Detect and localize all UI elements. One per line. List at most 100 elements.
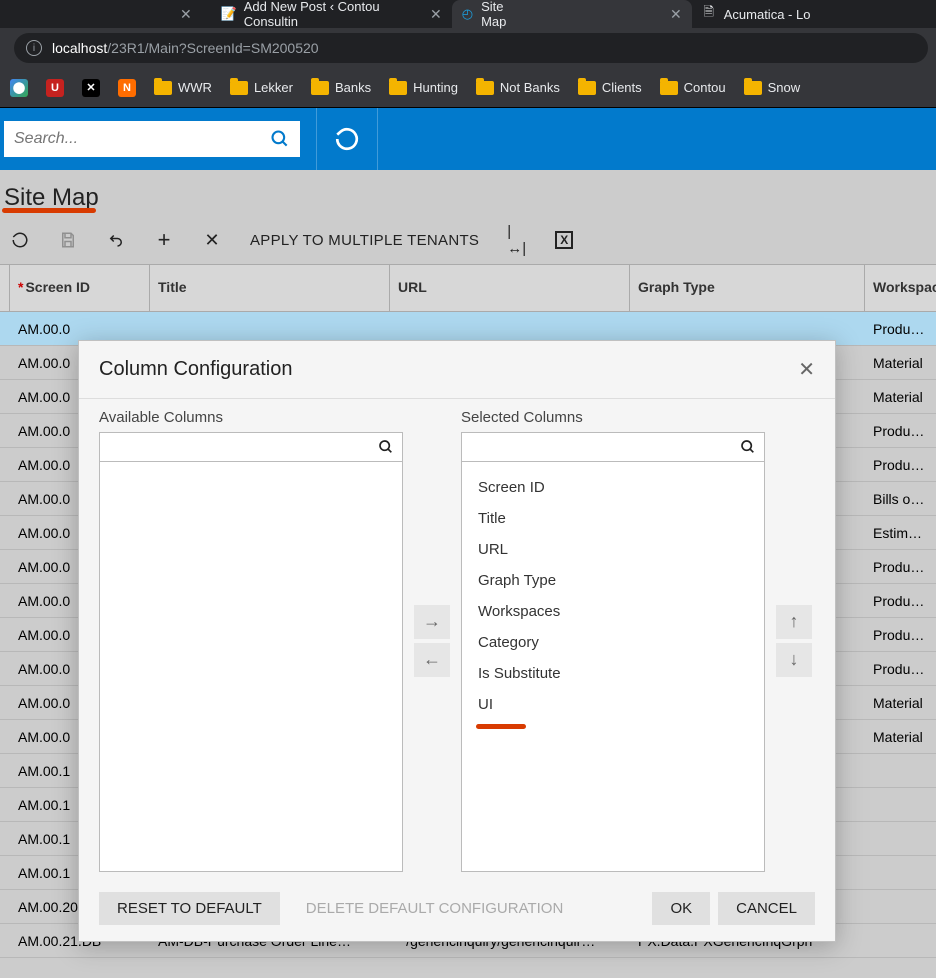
dialog-header: Column Configuration ✕ — [79, 341, 835, 399]
bookmark-folder[interactable]: Contou — [660, 80, 726, 95]
list-item[interactable]: URL — [462, 534, 764, 565]
cell-workspace: Estimatin — [865, 525, 936, 541]
move-up-button[interactable]: ↑ — [776, 605, 812, 639]
column-header-title[interactable]: Title — [150, 265, 390, 311]
list-item[interactable]: UI — [462, 689, 764, 720]
selected-search[interactable] — [461, 432, 765, 462]
available-columns-pane: Available Columns — [99, 409, 403, 872]
available-label: Available Columns — [99, 409, 403, 426]
cell-workspace: Material — [865, 355, 936, 371]
folder-icon — [744, 81, 762, 95]
cell-workspace: Productio — [865, 321, 936, 337]
cell-workspace: Material — [865, 695, 936, 711]
bookmark-icon[interactable]: ✕ — [82, 79, 100, 97]
close-icon[interactable]: ✕ — [670, 6, 682, 23]
add-icon[interactable]: + — [154, 230, 174, 250]
bookmark-folder[interactable]: Clients — [578, 80, 642, 95]
annotation-mark — [476, 724, 526, 729]
selected-list[interactable]: Screen IDTitleURLGraph TypeWorkspacesCat… — [461, 462, 765, 872]
ok-button[interactable]: OK — [652, 892, 710, 925]
browser-tab[interactable]: 📝 Add New Post ‹ Contou Consultin ✕ — [212, 0, 452, 28]
folder-icon — [311, 81, 329, 95]
available-search[interactable] — [99, 432, 403, 462]
bookmark-icon[interactable]: N — [118, 79, 136, 97]
info-icon[interactable]: i — [26, 40, 42, 56]
bookmark-folder[interactable]: Banks — [311, 80, 371, 95]
selected-label: Selected Columns — [461, 409, 765, 426]
address-bar: i localhost/23R1/Main?ScreenId=SM200520 — [0, 28, 936, 68]
list-item[interactable]: Workspaces — [462, 596, 764, 627]
tab-title: Site Map — [481, 0, 522, 29]
global-search[interactable] — [4, 121, 300, 157]
bookmark-folder[interactable]: Lekker — [230, 80, 293, 95]
browser-tab-strip: ✕ 📝 Add New Post ‹ Contou Consultin ✕ ◴ … — [0, 0, 936, 28]
tab-title: Acumatica - Lo — [724, 7, 811, 22]
bookmark-icon[interactable]: U — [46, 79, 64, 97]
cell-workspace: Bills of M — [865, 491, 936, 507]
column-header-screen-id[interactable]: *Screen ID — [10, 265, 150, 311]
cell-workspace: Productio — [865, 457, 936, 473]
bookmark-folder[interactable]: Not Banks — [476, 80, 560, 95]
search-input[interactable] — [108, 439, 378, 455]
cell-workspace: Material — [865, 729, 936, 745]
delete-default-button: DELETE DEFAULT CONFIGURATION — [288, 892, 582, 925]
dialog-footer: RESET TO DEFAULT DELETE DEFAULT CONFIGUR… — [79, 880, 835, 941]
search-icon[interactable] — [270, 129, 290, 149]
selected-columns-pane: Selected Columns Screen IDTitleURLGraph … — [461, 409, 765, 872]
folder-icon — [660, 81, 678, 95]
available-list[interactable] — [99, 462, 403, 872]
list-item[interactable]: Screen ID — [462, 472, 764, 503]
apply-tenants-button[interactable]: APPLY TO MULTIPLE TENANTS — [250, 232, 479, 249]
annotation-mark — [2, 208, 96, 213]
column-config-dialog: Column Configuration ✕ Available Columns… — [78, 340, 836, 942]
folder-icon — [154, 81, 172, 95]
cell-workspace: Productio — [865, 627, 936, 643]
move-down-button[interactable]: ↓ — [776, 643, 812, 677]
reset-default-button[interactable]: RESET TO DEFAULT — [99, 892, 280, 925]
list-item[interactable]: Graph Type — [462, 565, 764, 596]
search-icon[interactable] — [378, 439, 394, 455]
cell-workspace: Productio — [865, 661, 936, 677]
cell-workspace: Productio — [865, 423, 936, 439]
address-field[interactable]: i localhost/23R1/Main?ScreenId=SM200520 — [14, 33, 928, 63]
bookmark-folder[interactable]: Hunting — [389, 80, 458, 95]
cell-workspace: Productio — [865, 593, 936, 609]
refresh-button[interactable] — [316, 108, 378, 170]
address-host: localhost — [52, 40, 107, 56]
app-top-bar — [0, 108, 936, 170]
folder-icon — [230, 81, 248, 95]
close-icon[interactable]: ✕ — [180, 6, 192, 23]
move-buttons: → ← — [411, 409, 453, 872]
export-icon[interactable]: X — [555, 231, 573, 249]
list-item[interactable]: Title — [462, 503, 764, 534]
reorder-buttons: ↑ ↓ — [773, 409, 815, 872]
cancel-button[interactable]: CANCEL — [718, 892, 815, 925]
close-icon[interactable]: ✕ — [798, 357, 815, 382]
undo-icon[interactable] — [106, 230, 126, 250]
close-icon[interactable]: ✕ — [430, 6, 442, 23]
form-toolbar: + ✕ APPLY TO MULTIPLE TENANTS |↔| X — [0, 218, 936, 264]
favicon-icon: 🗎 — [702, 7, 716, 21]
folder-icon — [476, 81, 494, 95]
bookmark-folder[interactable]: Snow — [744, 80, 801, 95]
tab-title: Add New Post ‹ Contou Consultin — [244, 0, 422, 29]
search-input[interactable] — [470, 439, 740, 455]
refresh-icon[interactable] — [10, 230, 30, 250]
search-icon[interactable] — [740, 439, 756, 455]
move-right-button[interactable]: → — [414, 605, 450, 639]
move-left-button[interactable]: ← — [414, 643, 450, 677]
grid-header: *Screen ID Title URL Graph Type Workspac — [0, 264, 936, 312]
list-item[interactable]: Category — [462, 627, 764, 658]
bookmarks-bar: ⬤ U ✕ N WWR Lekker Banks Hunting Not Ban… — [0, 68, 936, 108]
delete-icon[interactable]: ✕ — [202, 230, 222, 250]
column-header-graph[interactable]: Graph Type — [630, 265, 865, 311]
bookmark-folder[interactable]: WWR — [154, 80, 212, 95]
column-header-workspace[interactable]: Workspac — [865, 265, 936, 311]
column-header-url[interactable]: URL — [390, 265, 630, 311]
search-input[interactable] — [14, 130, 270, 148]
fit-columns-icon[interactable]: |↔| — [507, 230, 527, 250]
browser-tab[interactable]: ◴ Site Map ✕ — [452, 0, 692, 28]
browser-tab[interactable]: 🗎 Acumatica - Lo — [692, 0, 821, 28]
maps-icon[interactable]: ⬤ — [10, 79, 28, 97]
list-item[interactable]: Is Substitute — [462, 658, 764, 689]
